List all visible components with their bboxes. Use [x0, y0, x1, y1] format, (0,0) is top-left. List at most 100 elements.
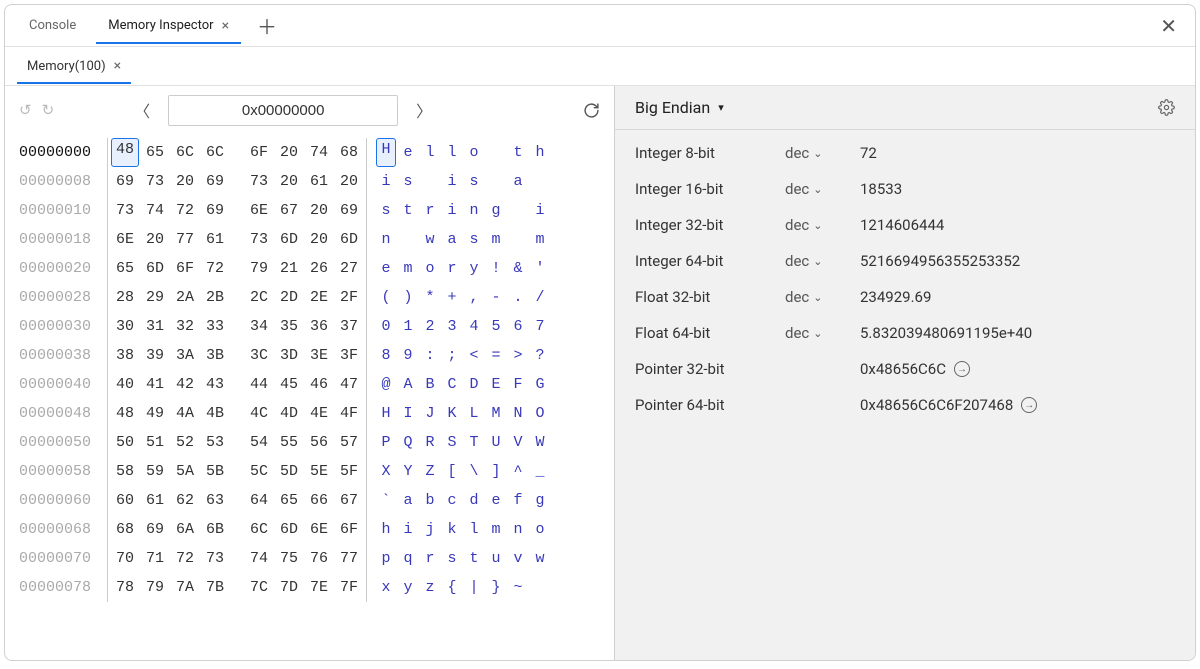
jump-to-address-icon[interactable]: → — [1021, 397, 1037, 413]
hex-byte[interactable]: 37 — [334, 312, 364, 341]
hex-byte[interactable]: 58 — [110, 457, 140, 486]
undo-icon[interactable]: ↺ — [19, 101, 32, 119]
ascii-char[interactable]: j — [419, 515, 441, 544]
hex-byte[interactable]: 5C — [244, 457, 274, 486]
ascii-char[interactable]: / — [529, 283, 551, 312]
ascii-char[interactable]: l — [463, 515, 485, 544]
hex-byte[interactable]: 53 — [200, 428, 230, 457]
hex-byte[interactable]: 69 — [110, 167, 140, 196]
hex-byte[interactable]: 69 — [140, 515, 170, 544]
hex-byte[interactable]: 28 — [110, 283, 140, 312]
hex-byte[interactable]: 4E — [304, 399, 334, 428]
hex-byte[interactable]: 6A — [170, 515, 200, 544]
ascii-char[interactable]: < — [463, 341, 485, 370]
ascii-char[interactable]: B — [419, 370, 441, 399]
hex-byte[interactable]: 43 — [200, 370, 230, 399]
endian-select[interactable]: Big Endian ▾ — [635, 98, 724, 117]
hex-byte[interactable]: 4C — [244, 399, 274, 428]
ascii-char[interactable]: { — [441, 573, 463, 602]
ascii-char[interactable]: 0 — [375, 312, 397, 341]
ascii-char[interactable]: U — [485, 428, 507, 457]
ascii-char[interactable]: h — [529, 138, 551, 167]
hex-byte[interactable]: 6C — [244, 515, 274, 544]
ascii-char[interactable]: Q — [397, 428, 419, 457]
ascii-char[interactable]: [ — [441, 457, 463, 486]
ascii-char[interactable]: g — [529, 486, 551, 515]
hex-byte[interactable]: 2B — [200, 283, 230, 312]
hex-byte[interactable]: 73 — [110, 196, 140, 225]
ascii-char[interactable]: c — [441, 486, 463, 515]
ascii-char[interactable]: V — [507, 428, 529, 457]
ascii-char[interactable]: y — [397, 573, 419, 602]
ascii-char[interactable]: T — [463, 428, 485, 457]
hex-byte[interactable]: 5E — [304, 457, 334, 486]
hex-byte[interactable]: 73 — [244, 167, 274, 196]
ascii-char[interactable]: m — [485, 515, 507, 544]
ascii-char[interactable]: l — [441, 138, 463, 167]
hex-byte[interactable]: 20 — [304, 196, 334, 225]
hex-byte[interactable]: 3E — [304, 341, 334, 370]
hex-byte[interactable]: 6D — [274, 225, 304, 254]
ascii-char[interactable]: s — [375, 196, 397, 225]
ascii-char[interactable]: F — [507, 370, 529, 399]
hex-byte[interactable]: 5A — [170, 457, 200, 486]
hex-byte[interactable]: 50 — [110, 428, 140, 457]
ascii-char[interactable]: i — [441, 167, 463, 196]
ascii-char[interactable]: e — [397, 138, 419, 167]
hex-byte[interactable]: 69 — [334, 196, 364, 225]
hex-byte[interactable]: 20 — [170, 167, 200, 196]
hex-byte[interactable]: 38 — [110, 341, 140, 370]
ascii-char[interactable]: 1 — [397, 312, 419, 341]
hex-byte[interactable]: 74 — [304, 138, 334, 167]
hex-byte[interactable]: 7A — [170, 573, 200, 602]
ascii-char[interactable]: g — [485, 196, 507, 225]
ascii-char[interactable]: \ — [463, 457, 485, 486]
ascii-char[interactable]: & — [507, 254, 529, 283]
ascii-char[interactable]: q — [397, 544, 419, 573]
ascii-char[interactable]: k — [441, 515, 463, 544]
hex-byte[interactable]: 45 — [274, 370, 304, 399]
ascii-char[interactable]: i — [397, 515, 419, 544]
ascii-char[interactable]: ) — [397, 283, 419, 312]
ascii-char[interactable]: 2 — [419, 312, 441, 341]
ascii-char[interactable]: E — [485, 370, 507, 399]
ascii-char[interactable]: e — [485, 486, 507, 515]
ascii-char[interactable]: = — [485, 341, 507, 370]
hex-byte[interactable]: 67 — [274, 196, 304, 225]
hex-byte[interactable]: 63 — [200, 486, 230, 515]
hex-byte[interactable]: 35 — [274, 312, 304, 341]
ascii-char[interactable]: i — [441, 196, 463, 225]
hex-byte[interactable]: 3D — [274, 341, 304, 370]
hex-byte[interactable]: 4A — [170, 399, 200, 428]
ascii-char[interactable]: h — [375, 515, 397, 544]
prev-page-button[interactable]: 〈 — [126, 94, 158, 126]
address-input[interactable] — [168, 95, 398, 126]
hex-byte[interactable]: 6F — [334, 515, 364, 544]
ascii-char[interactable]: } — [485, 573, 507, 602]
ascii-char[interactable]: v — [507, 544, 529, 573]
ascii-char[interactable]: @ — [375, 370, 397, 399]
hex-byte[interactable]: 20 — [274, 138, 304, 167]
ascii-char[interactable]: D — [463, 370, 485, 399]
ascii-char[interactable]: w — [419, 225, 441, 254]
ascii-char[interactable]: N — [507, 399, 529, 428]
ascii-char[interactable]: Y — [397, 457, 419, 486]
ascii-char[interactable]: - — [485, 283, 507, 312]
ascii-char[interactable]: H — [375, 399, 397, 428]
jump-to-address-icon[interactable]: → — [954, 361, 970, 377]
hex-byte[interactable]: 20 — [140, 225, 170, 254]
hex-byte[interactable]: 68 — [110, 515, 140, 544]
hex-byte[interactable]: 3A — [170, 341, 200, 370]
ascii-char[interactable] — [529, 167, 551, 196]
hex-byte[interactable]: 31 — [140, 312, 170, 341]
ascii-char[interactable]: a — [397, 486, 419, 515]
hex-byte[interactable]: 51 — [140, 428, 170, 457]
ascii-char[interactable]: H — [376, 138, 396, 167]
ascii-char[interactable]: l — [419, 138, 441, 167]
ascii-char[interactable]: S — [441, 428, 463, 457]
ascii-char[interactable]: n — [375, 225, 397, 254]
hex-byte[interactable]: 74 — [244, 544, 274, 573]
ascii-char[interactable] — [529, 573, 551, 602]
ascii-char[interactable]: r — [419, 196, 441, 225]
ascii-char[interactable]: m — [485, 225, 507, 254]
